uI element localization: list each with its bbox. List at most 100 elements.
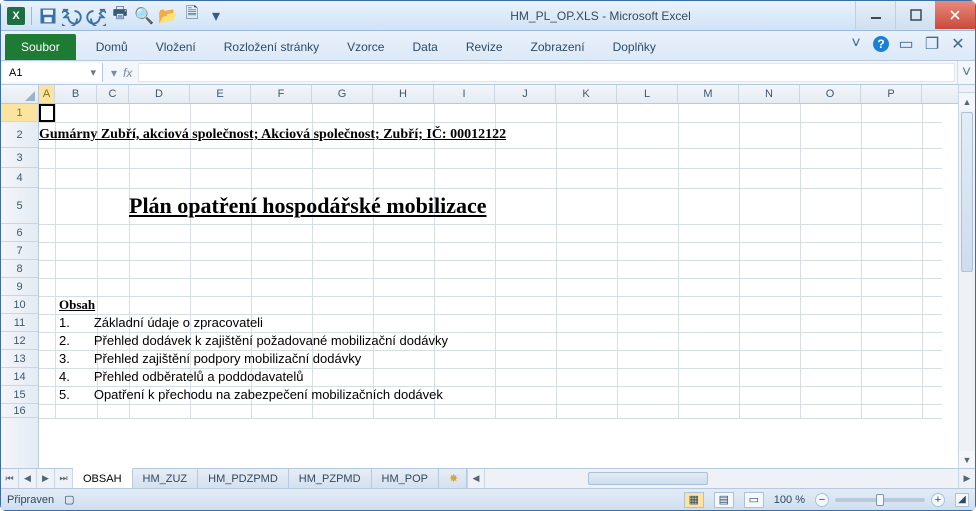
preview-icon[interactable]: 🔍 <box>134 6 154 26</box>
zoom-slider[interactable] <box>835 498 925 502</box>
file-tab[interactable]: Soubor <box>5 34 76 60</box>
column-header-C[interactable]: C <box>97 85 129 103</box>
sheet-tab-obsah[interactable]: OBSAH <box>73 468 133 488</box>
formula-input[interactable] <box>138 63 955 82</box>
scroll-up-icon[interactable]: ▲ <box>959 93 975 110</box>
zoom-knob[interactable] <box>876 494 884 506</box>
company-line: Gumárny Zubří, akciová společnost; Akcio… <box>39 122 506 148</box>
undo-icon[interactable] <box>62 6 82 26</box>
macro-record-icon[interactable]: ▢ <box>64 493 74 506</box>
column-header-E[interactable]: E <box>190 85 251 103</box>
redo-icon[interactable] <box>86 6 106 26</box>
zoom-in-icon[interactable]: + <box>931 493 945 507</box>
column-header-H[interactable]: H <box>373 85 434 103</box>
row-header-7[interactable]: 7 <box>1 242 38 260</box>
fx-icon[interactable]: fx <box>123 66 132 80</box>
zoom-value[interactable]: 100 % <box>774 494 805 506</box>
view-page-break-icon[interactable]: ▭ <box>744 492 764 508</box>
resize-grip-icon[interactable]: ◢ <box>955 493 969 507</box>
sheet-tab-hm-pop[interactable]: HM_POP <box>372 469 439 488</box>
sheet-tab-hm-pzpmd[interactable]: HM_PZPMD <box>289 469 372 488</box>
view-normal-icon[interactable]: ▦ <box>684 492 704 508</box>
row-header-13[interactable]: 13 <box>1 350 38 368</box>
tab-home[interactable]: Domů <box>82 34 142 60</box>
tab-data[interactable]: Data <box>398 34 451 60</box>
open-icon[interactable]: 📂 <box>158 6 178 26</box>
fx-dropdown-icon[interactable]: ▾ <box>111 66 117 80</box>
scroll-track[interactable] <box>959 110 975 451</box>
new-sheet-icon[interactable]: ✸ <box>439 469 467 488</box>
tab-formulas[interactable]: Vzorce <box>333 34 398 60</box>
column-header-J[interactable]: J <box>495 85 556 103</box>
hscroll-right-icon[interactable]: ▶ <box>958 469 975 488</box>
cells-viewport[interactable]: Gumárny Zubří, akciová společnost; Akcio… <box>39 104 958 468</box>
column-header-K[interactable]: K <box>556 85 617 103</box>
column-header-D[interactable]: D <box>129 85 190 103</box>
new-icon[interactable]: 🗎 <box>182 6 202 26</box>
view-page-layout-icon[interactable]: ▤ <box>714 492 734 508</box>
toc-item-number: 3. <box>59 350 70 368</box>
minimize-button[interactable] <box>855 1 895 29</box>
column-header-N[interactable]: N <box>739 85 800 103</box>
column-header-I[interactable]: I <box>434 85 495 103</box>
hscroll-left-icon[interactable]: ◀ <box>468 469 485 488</box>
row-header-9[interactable]: 9 <box>1 278 38 296</box>
minimize-ribbon-icon[interactable]: ˅ <box>847 35 865 53</box>
split-handle[interactable] <box>959 85 975 93</box>
save-icon[interactable] <box>38 6 58 26</box>
tab-review[interactable]: Revize <box>452 34 517 60</box>
sheet-last-icon[interactable]: ⏭ <box>55 469 73 488</box>
wb-close-icon[interactable]: ✕ <box>949 35 967 53</box>
tab-view[interactable]: Zobrazení <box>517 34 599 60</box>
scroll-thumb[interactable] <box>961 112 973 272</box>
column-header-O[interactable]: O <box>800 85 861 103</box>
expand-formula-bar-icon[interactable]: ˅ <box>957 61 975 84</box>
hscroll-thumb[interactable] <box>588 472 708 485</box>
row-header-11[interactable]: 11 <box>1 314 38 332</box>
sheet-tab-hm-zuz[interactable]: HM_ZUZ <box>133 469 199 488</box>
column-header-L[interactable]: L <box>617 85 678 103</box>
wb-minimize-icon[interactable]: ▭ <box>897 35 915 53</box>
print-icon[interactable]: 🖶 <box>110 6 130 26</box>
row-header-15[interactable]: 15 <box>1 386 38 404</box>
column-header-A[interactable]: A <box>39 85 55 103</box>
row-header-12[interactable]: 12 <box>1 332 38 350</box>
horizontal-scrollbar[interactable]: ◀ ▶ <box>467 469 975 488</box>
row-header-3[interactable]: 3 <box>1 148 38 168</box>
column-header-G[interactable]: G <box>312 85 373 103</box>
sheet-tab-bar: ⏮ ◀ ▶ ⏭ OBSAH HM_ZUZ HM_PDZPMD HM_PZPMD … <box>1 468 975 488</box>
column-headers: ABCDEFGHIJKLMNOP <box>1 85 958 104</box>
row-header-6[interactable]: 6 <box>1 224 38 242</box>
sheet-next-icon[interactable]: ▶ <box>37 469 55 488</box>
zoom-out-icon[interactable]: − <box>815 493 829 507</box>
vertical-scrollbar[interactable]: ▲ ▼ <box>958 85 975 468</box>
row-header-16[interactable]: 16 <box>1 404 38 418</box>
scroll-down-icon[interactable]: ▼ <box>959 451 975 468</box>
column-header-B[interactable]: B <box>55 85 97 103</box>
row-header-14[interactable]: 14 <box>1 368 38 386</box>
name-box-dropdown-icon[interactable]: ▾ <box>90 66 96 79</box>
row-header-1[interactable]: 1 <box>1 104 38 122</box>
row-header-8[interactable]: 8 <box>1 260 38 278</box>
row-header-2[interactable]: 2 <box>1 122 38 148</box>
tab-addins[interactable]: Doplňky <box>599 34 670 60</box>
column-header-F[interactable]: F <box>251 85 312 103</box>
sheet-prev-icon[interactable]: ◀ <box>19 469 37 488</box>
row-header-4[interactable]: 4 <box>1 168 38 188</box>
help-icon[interactable]: ? <box>873 36 889 52</box>
tab-layout[interactable]: Rozložení stránky <box>210 34 333 60</box>
column-header-P[interactable]: P <box>861 85 922 103</box>
maximize-button[interactable] <box>895 1 935 29</box>
select-all-button[interactable] <box>1 85 39 103</box>
sheet-first-icon[interactable]: ⏮ <box>1 469 19 488</box>
column-header-M[interactable]: M <box>678 85 739 103</box>
row-header-5[interactable]: 5 <box>1 188 38 224</box>
wb-restore-icon[interactable]: ❐ <box>923 35 941 53</box>
close-button[interactable] <box>935 1 975 29</box>
tab-insert[interactable]: Vložení <box>142 34 210 60</box>
row-header-10[interactable]: 10 <box>1 296 38 314</box>
name-box[interactable]: A1 ▾ <box>3 63 103 82</box>
sheet-tab-hm-pdzpmd[interactable]: HM_PDZPMD <box>198 469 289 488</box>
toc-item-1: 1.Základní údaje o zpracovateli <box>59 314 958 332</box>
qat-customize-icon[interactable]: ▾ <box>206 6 226 26</box>
